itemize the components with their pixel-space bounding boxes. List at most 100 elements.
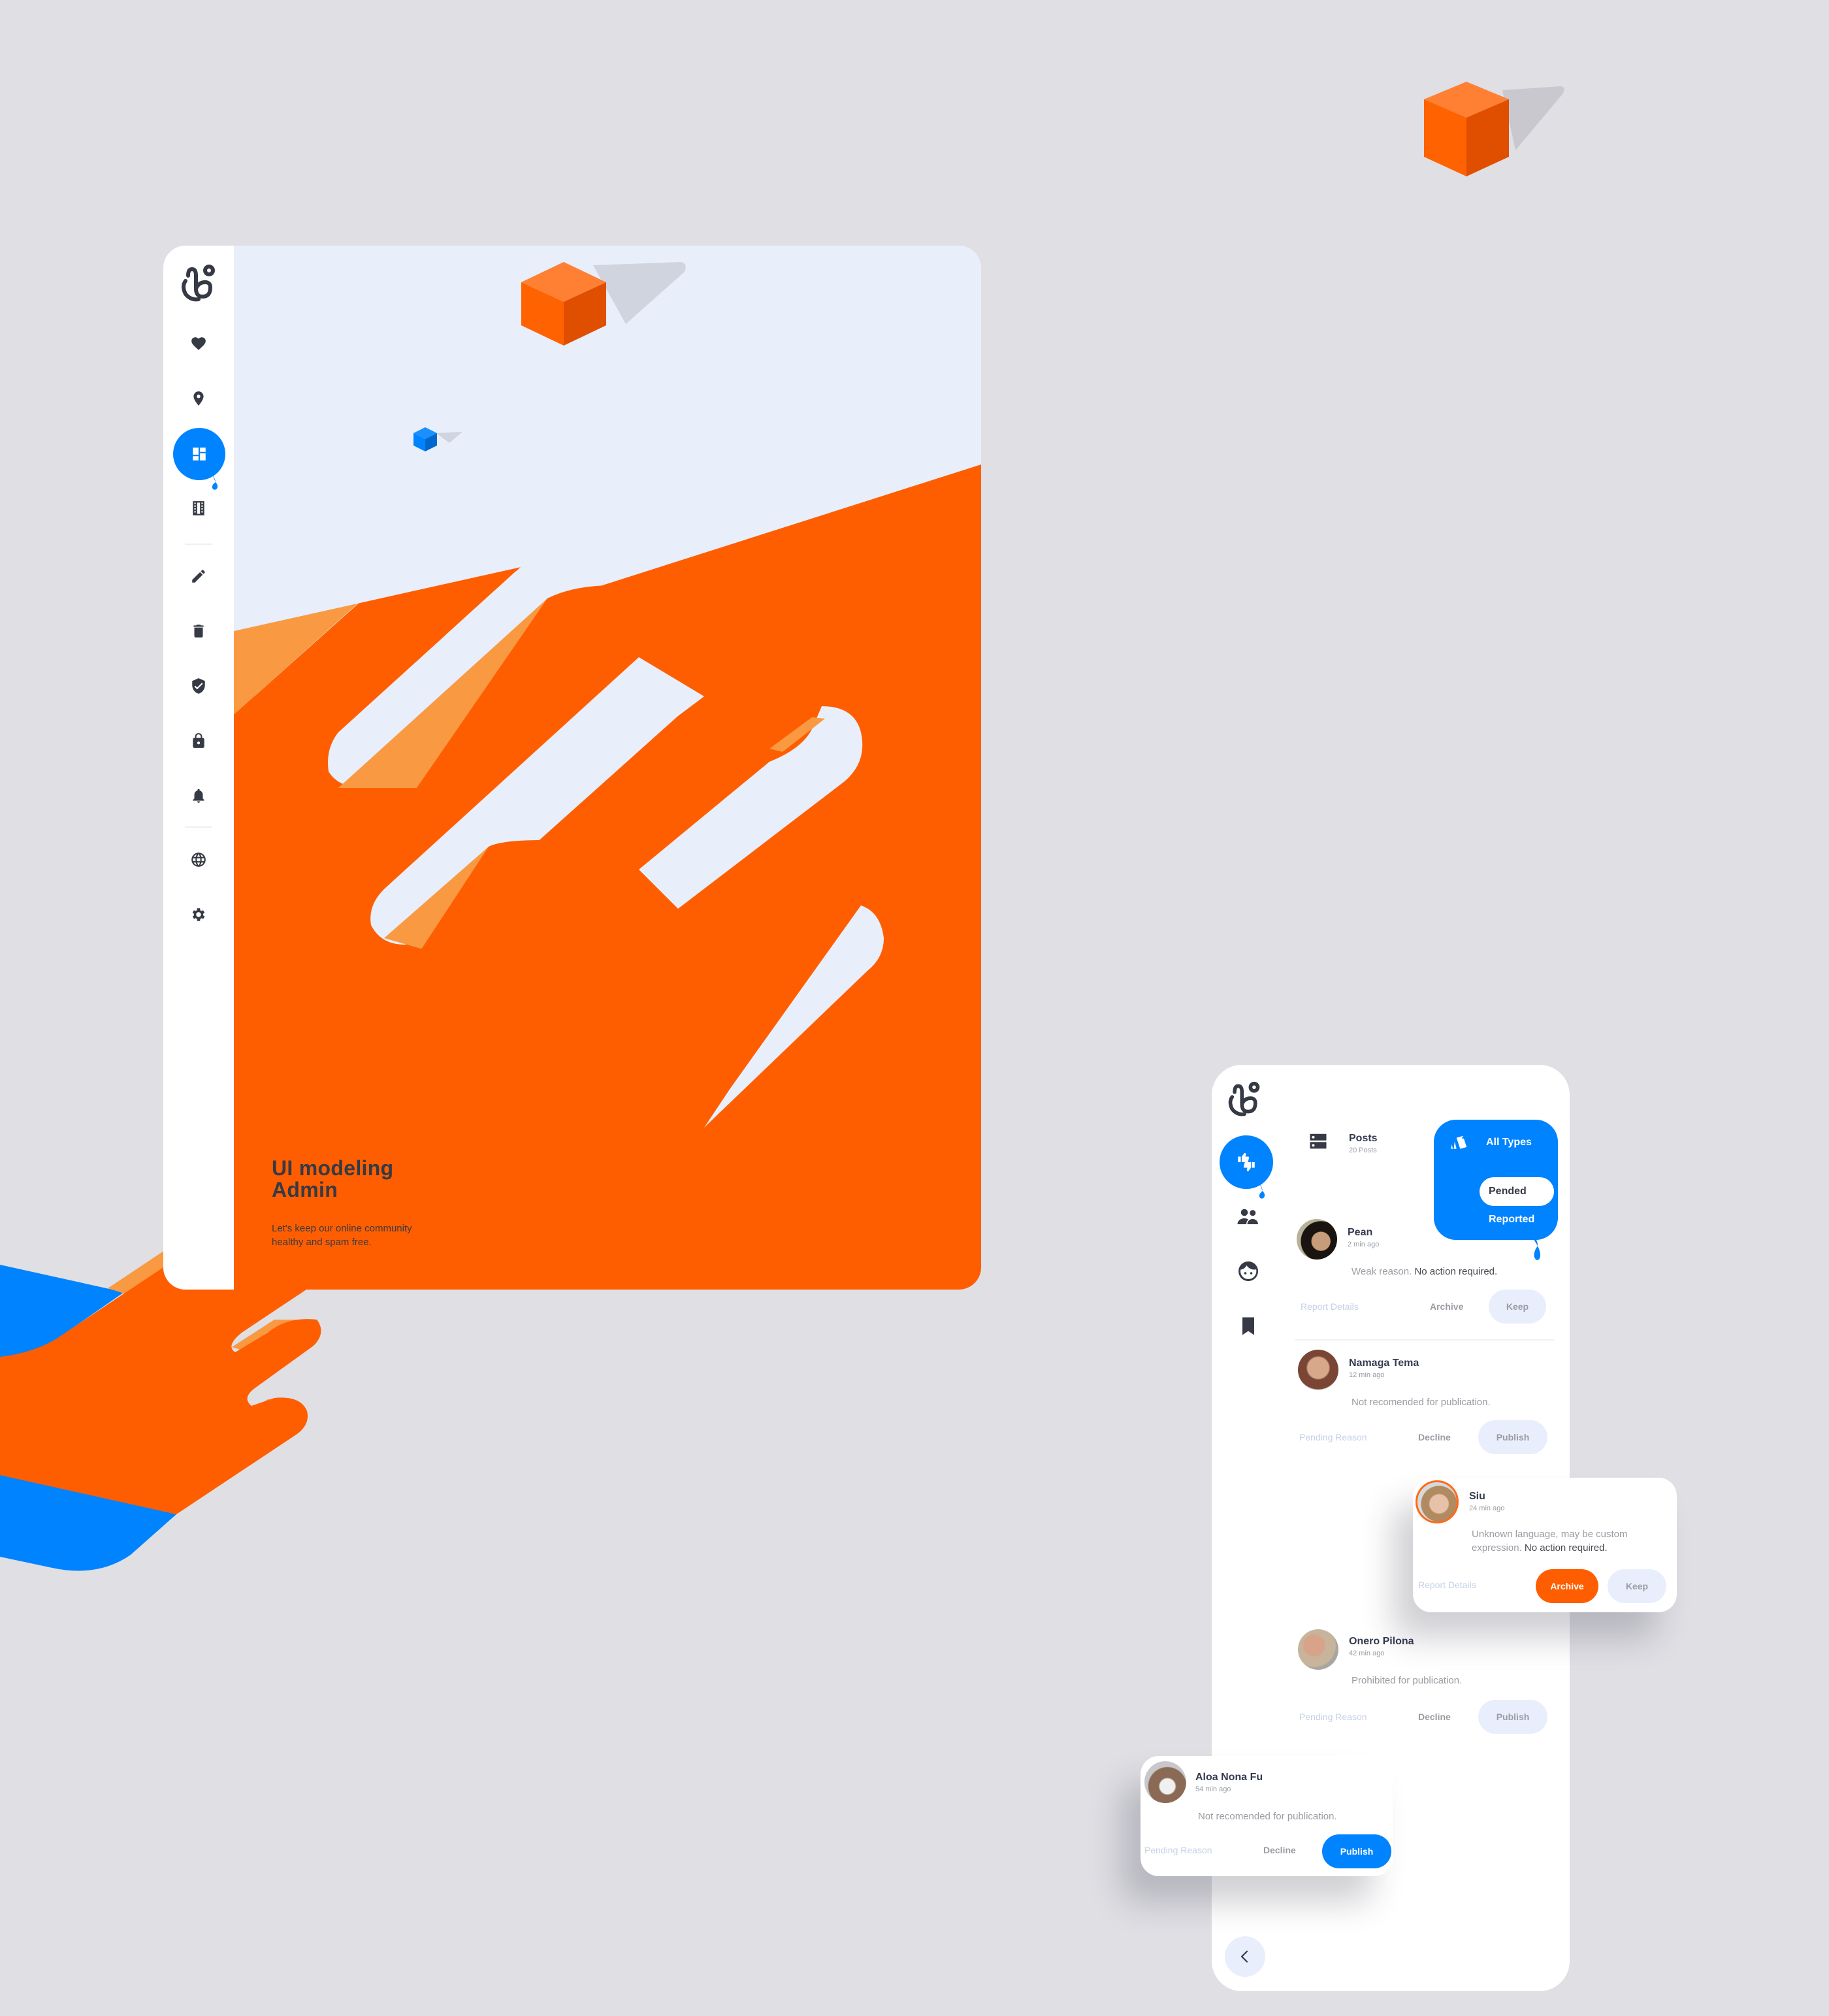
chevron-left-icon (1240, 1950, 1248, 1963)
timestamp: 12 min ago (1349, 1371, 1385, 1379)
timestamp: 42 min ago (1349, 1650, 1385, 1657)
pencil-icon (192, 570, 205, 583)
sidebar-item-edit[interactable] (163, 563, 234, 589)
sidebar-item-language[interactable] (163, 847, 234, 873)
card-header: Siu 24 min ago (1469, 1491, 1504, 1512)
publish-button[interactable]: Publish (1478, 1700, 1547, 1734)
archive-button[interactable]: Archive (1536, 1569, 1598, 1603)
filter-option-reported[interactable]: Reported (1489, 1214, 1534, 1226)
hero-title-line1: UI modeling (272, 1156, 394, 1180)
mobile-sidebar-item-bookmarks[interactable] (1231, 1313, 1265, 1339)
people-icon (1237, 1209, 1258, 1224)
message-text: Not recomended for publication. (1352, 1397, 1491, 1408)
hero-title-line2: Admin (272, 1178, 338, 1201)
film-icon (193, 501, 204, 515)
report-details-link[interactable]: Report Details (1301, 1301, 1359, 1312)
report-card-highlighted: Siu 24 min ago Unknown language, may be … (1413, 1478, 1677, 1612)
sidebar-item-media[interactable] (163, 495, 234, 521)
trash-icon (193, 625, 204, 638)
cards-stack-icon (1451, 1135, 1467, 1149)
card-header: Onero Pilona 42 min ago (1349, 1636, 1414, 1657)
publish-button[interactable]: Publish (1322, 1834, 1391, 1868)
cube-decoration (1424, 82, 1564, 176)
bubble-drip-icon (212, 473, 218, 490)
sidebar-item-privacy[interactable] (163, 728, 234, 754)
decline-button[interactable]: Decline (1418, 1712, 1451, 1722)
hero-subtitle: Let's keep our online community healthy … (272, 1222, 468, 1249)
report-message: Weak reason. No action required. (1352, 1265, 1547, 1278)
pending-reason-link[interactable]: Pending Reason (1144, 1845, 1212, 1855)
hero-title: UI modeling Admin (272, 1158, 393, 1201)
bell-icon (193, 789, 204, 803)
sidebar-item-dashboard[interactable] (173, 428, 225, 480)
hand-illustration (0, 1248, 340, 1571)
mobile-brand-logo[interactable] (1226, 1079, 1263, 1118)
timestamp: 54 min ago (1195, 1785, 1231, 1793)
message-text: Not recomended for publication. (1198, 1811, 1337, 1822)
sidebar-item-location[interactable] (163, 385, 234, 412)
report-message: Not recomended for publication. (1352, 1395, 1491, 1409)
decline-button[interactable]: Decline (1263, 1845, 1296, 1855)
globe-icon (191, 853, 206, 867)
message-emphasis: No action required. (1414, 1266, 1498, 1277)
brand-logo-icon (1228, 1081, 1260, 1116)
gear-icon (192, 908, 205, 921)
sidebar-item-delete[interactable] (163, 618, 234, 644)
pending-reason-link[interactable]: Pending Reason (1299, 1432, 1367, 1442)
decline-button[interactable]: Decline (1418, 1432, 1451, 1442)
hero-illustration (234, 246, 981, 1290)
admin-window: UI modeling Admin Let's keep our online … (163, 246, 981, 1290)
mobile-sidebar-item-people[interactable] (1231, 1203, 1265, 1229)
message-emphasis: No action required. (1524, 1542, 1608, 1553)
user-name: Onero Pilona (1349, 1636, 1414, 1647)
report-card-highlighted: Aloa Nona Fu 54 min ago Not recomended f… (1141, 1756, 1393, 1876)
archive-button[interactable]: Archive (1430, 1301, 1463, 1312)
report-details-link[interactable]: Report Details (1418, 1580, 1476, 1590)
timestamp: 2 min ago (1348, 1241, 1380, 1248)
sidebar-divider (185, 544, 212, 545)
card-divider (1295, 1339, 1554, 1341)
brand-logo-icon (182, 265, 215, 302)
brand-logo[interactable] (179, 263, 218, 303)
cube-shadow (1502, 86, 1564, 150)
type-filter-dropdown[interactable]: All Types Pended Reported (1434, 1120, 1558, 1240)
hero-subtitle-line2: healthy and spam free. (272, 1237, 372, 1248)
posts-title: Posts (1349, 1133, 1378, 1144)
keep-button[interactable]: Keep (1489, 1290, 1546, 1324)
hero-subtitle-line1: Let's keep our online community (272, 1223, 412, 1234)
filter-option-pended[interactable]: Pended (1480, 1177, 1554, 1206)
lock-icon (193, 733, 204, 748)
user-name: Aloa Nona Fu (1195, 1772, 1263, 1783)
avatar (1297, 1219, 1337, 1260)
timestamp: 24 min ago (1469, 1504, 1505, 1512)
sidebar-item-notifications[interactable] (163, 783, 234, 809)
report-message: Unknown language, may be custom expressi… (1472, 1527, 1668, 1555)
shield-check-icon (192, 678, 205, 694)
card-header: Aloa Nona Fu 54 min ago (1195, 1772, 1263, 1793)
card-header: Namaga Tema 12 min ago (1349, 1358, 1419, 1379)
user-name: Siu (1469, 1491, 1485, 1502)
mobile-sidebar-item-profile[interactable] (1231, 1258, 1265, 1284)
publish-button[interactable]: Publish (1478, 1420, 1547, 1454)
user-name: Pean (1348, 1227, 1373, 1238)
filter-label: All Types (1486, 1137, 1532, 1148)
pending-reason-link[interactable]: Pending Reason (1299, 1712, 1367, 1722)
location-pin-icon (193, 391, 204, 406)
back-button[interactable] (1225, 1936, 1265, 1977)
admin-sidebar (163, 246, 234, 1290)
avatar (1298, 1629, 1338, 1670)
posts-count: 20 Posts (1349, 1146, 1377, 1154)
heart-icon (191, 337, 206, 350)
message-text: Weak reason. (1352, 1266, 1412, 1277)
keep-button[interactable]: Keep (1608, 1569, 1666, 1603)
sidebar-item-favorites[interactable] (163, 331, 234, 357)
report-message: Not recomended for publication. (1198, 1810, 1337, 1823)
posts-header: Posts 20 Posts (1349, 1133, 1378, 1154)
bookmark-icon (1242, 1317, 1254, 1335)
bubble-drip-icon (1259, 1182, 1265, 1199)
server-list-icon (1310, 1133, 1327, 1149)
sidebar-divider (185, 826, 212, 828)
sidebar-item-security[interactable] (163, 673, 234, 699)
sidebar-item-settings[interactable] (163, 902, 234, 928)
avatar (1298, 1350, 1338, 1390)
